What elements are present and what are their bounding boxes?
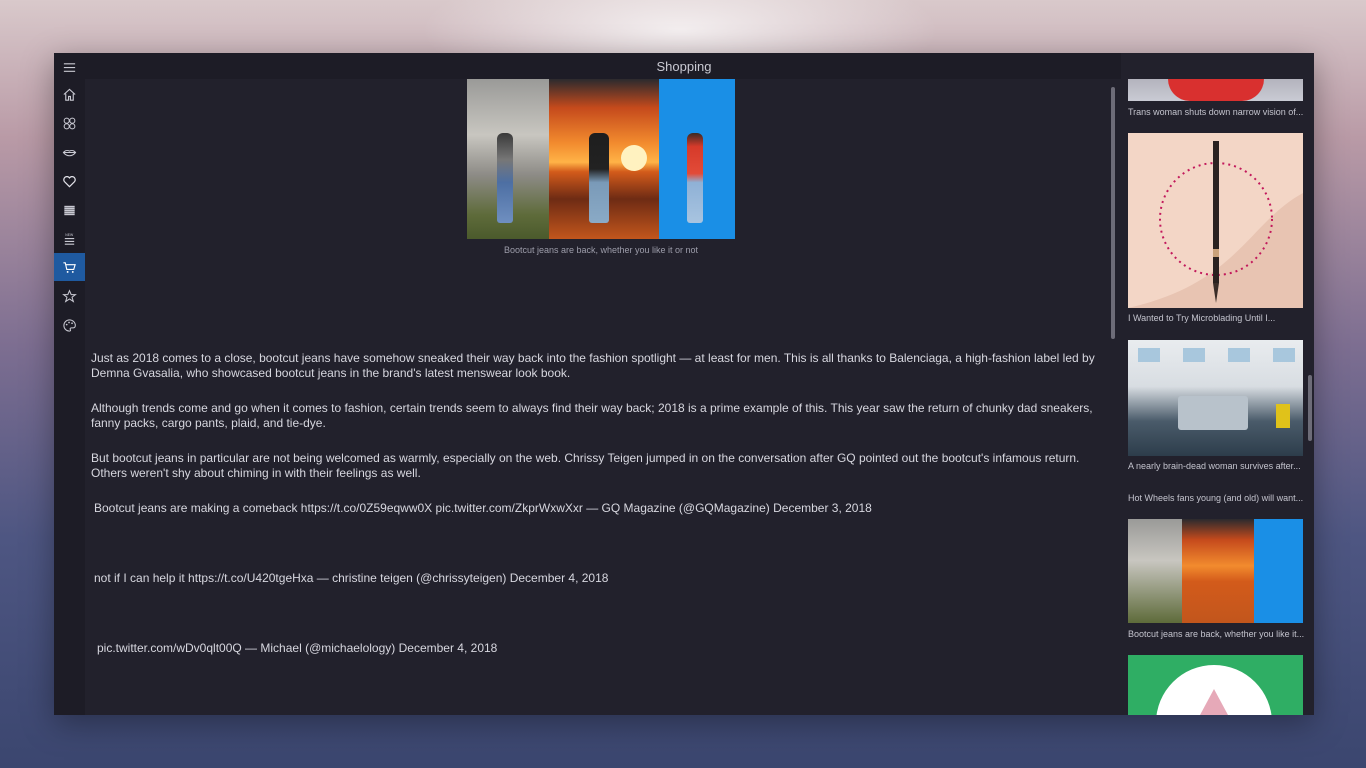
shopping-cart-icon: [63, 261, 76, 273]
related-thumbnail[interactable]: [1128, 133, 1303, 308]
apps-grid-icon: [63, 117, 76, 129]
nav-new[interactable]: NEW: [54, 225, 85, 253]
embedded-tweet[interactable]: Bootcut jeans are making a comeback http…: [94, 501, 872, 515]
new-list-icon: NEW: [64, 232, 75, 245]
heart-icon: [63, 175, 76, 188]
app-window: Shopping NEW Bootcut jeans are back, whe…: [54, 53, 1314, 715]
article-paragraph: Just as 2018 comes to a close, bootcut j…: [91, 351, 1095, 380]
nav-starred[interactable]: [54, 282, 85, 310]
embedded-tweet[interactable]: not if I can help it https://t.co/U420tg…: [94, 571, 608, 585]
image-caption: Bootcut jeans are back, whether you like…: [503, 245, 699, 255]
embedded-tweet[interactable]: pic.twitter.com/wDv0qlt00Q — Michael (@m…: [97, 641, 497, 655]
sidebar: NEW: [54, 53, 85, 715]
article-scrollbar[interactable]: [1111, 87, 1115, 339]
hero-panel-rocks: [467, 79, 549, 239]
related-title[interactable]: A nearly brain-dead woman survives after…: [1128, 461, 1306, 471]
nav-apps[interactable]: [54, 109, 85, 137]
related-thumbnail[interactable]: [1128, 79, 1303, 101]
related-scrollbar[interactable]: [1308, 375, 1312, 441]
nav-themes[interactable]: [54, 311, 85, 339]
nav-beauty[interactable]: [54, 138, 85, 166]
microblading-pencil-image: [1128, 141, 1303, 308]
related-thumbnail[interactable]: [1128, 519, 1303, 623]
hamburger-menu-button[interactable]: [54, 53, 85, 81]
related-title[interactable]: Trans woman shuts down narrow vision of.…: [1128, 107, 1306, 117]
lips-icon: [62, 149, 77, 156]
star-icon: [62, 288, 77, 303]
related-title[interactable]: I Wanted to Try Microblading Until I...: [1128, 313, 1306, 323]
home-icon: [63, 88, 76, 101]
related-title[interactable]: Bootcut jeans are back, whether you like…: [1128, 629, 1306, 639]
article-paragraph: Although trends come and go when it come…: [91, 401, 1093, 430]
palette-icon: [63, 318, 76, 332]
svg-text:NEW: NEW: [65, 232, 74, 236]
hero-panel-blue: [659, 79, 735, 239]
article-hero-image: [467, 79, 735, 239]
related-title[interactable]: Hot Wheels fans young (and old) will wan…: [1128, 493, 1306, 503]
window-title: Shopping: [656, 59, 712, 74]
article-content: Bootcut jeans are back, whether you like…: [85, 79, 1121, 715]
related-thumbnail[interactable]: [1128, 340, 1303, 456]
nav-library[interactable]: [54, 196, 85, 224]
related-articles-rail: Trans woman shuts down narrow vision of.…: [1121, 53, 1314, 715]
nav-home[interactable]: [54, 80, 85, 108]
hero-panel-sunset: [549, 79, 659, 239]
nav-favorites[interactable]: [54, 167, 85, 195]
article-paragraph: But bootcut jeans in particular are not …: [91, 451, 1080, 480]
hamburger-menu-icon: [63, 62, 76, 72]
book-icon: [64, 205, 75, 215]
nav-shopping[interactable]: [54, 253, 85, 281]
related-thumbnail[interactable]: [1128, 655, 1303, 715]
